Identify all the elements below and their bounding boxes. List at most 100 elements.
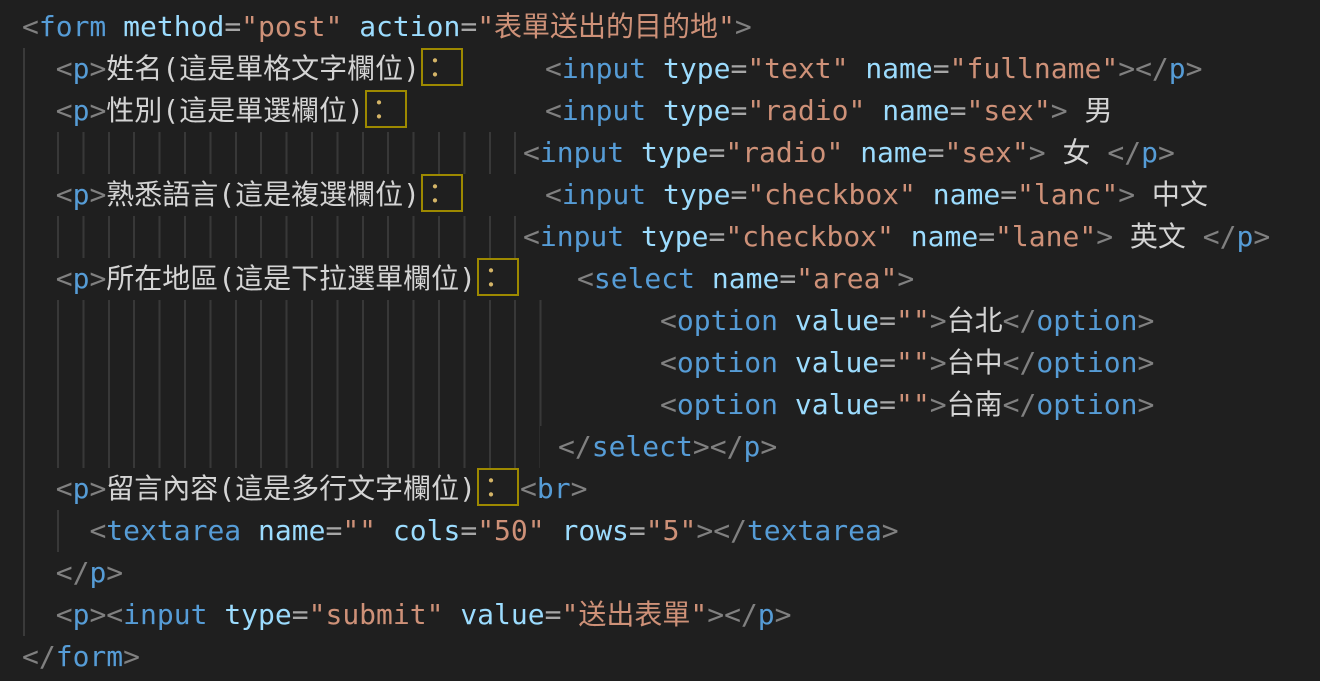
punctuation-token: > (760, 430, 777, 463)
tag-token: option (677, 304, 778, 337)
code-line[interactable]: <form method="post" action="表單送出的目的地"> (0, 6, 1320, 48)
tag-token: p (73, 178, 90, 211)
punctuation-token: </ (724, 598, 758, 631)
punctuation-token: > (89, 262, 106, 295)
punctuation-token (843, 136, 860, 169)
code-segment: <option value="">台中</option> (660, 342, 1154, 384)
tag-token: input (562, 52, 646, 85)
code-segment: <p>留言內容(這是多行文字欄位)：<br> (22, 472, 587, 505)
punctuation-token: = (730, 94, 747, 127)
punctuation-token (894, 220, 911, 253)
attribute-token: value (795, 388, 879, 421)
punctuation-token: </ (22, 640, 56, 673)
punctuation-token: > (693, 430, 710, 463)
indent-guide (57, 510, 59, 552)
punctuation-token: > (1138, 388, 1155, 421)
text-token: 英文 (1113, 220, 1203, 253)
punctuation-token: > (123, 640, 140, 673)
punctuation-token: </ (1135, 52, 1169, 85)
indent-guide (23, 90, 25, 132)
code-line[interactable]: <input type="radio" name="sex"> 女 </p> (0, 132, 1320, 174)
punctuation-token (865, 94, 882, 127)
string-token: "sex" (944, 136, 1028, 169)
punctuation-token (22, 178, 56, 211)
code-line[interactable]: <option value="">台北</option> (0, 300, 1320, 342)
indent-guides (57, 426, 540, 468)
attribute-token: type (663, 52, 730, 85)
code-segment: <input type="checkbox" name="lanc"> 中文 (545, 174, 1208, 216)
punctuation-token: = (545, 598, 562, 631)
code-segment: <form method="post" action="表單送出的目的地"> (22, 10, 752, 43)
punctuation-token: < (56, 262, 73, 295)
punctuation-token: </ (713, 514, 747, 547)
indent-guides (57, 132, 516, 174)
code-line[interactable]: <p>所在地區(這是下拉選單欄位)：<select name="area"> (0, 258, 1320, 300)
indent-guide (23, 510, 25, 552)
punctuation-token: > (1029, 136, 1046, 169)
punctuation-token: < (545, 52, 562, 85)
punctuation-token: > (89, 94, 106, 127)
punctuation-token: < (660, 388, 677, 421)
attribute-token: method (123, 10, 224, 43)
punctuation-token: = (928, 136, 945, 169)
code-segment: </select></p> (558, 426, 777, 468)
code-segment: <input type="radio" name="sex"> 男 (545, 90, 1113, 132)
string-token: "sex" (966, 94, 1050, 127)
code-line[interactable]: <input type="checkbox" name="lane"> 英文 <… (0, 216, 1320, 258)
code-line[interactable]: <p>姓名(這是單格文字欄位)：<input type="text" name=… (0, 48, 1320, 90)
punctuation-token: </ (1003, 304, 1037, 337)
tag-token: textarea (747, 514, 882, 547)
text-token: 男 (1068, 94, 1113, 127)
text-token: 留言內容(這是多行文字欄位) (106, 472, 476, 505)
text-token: 台中 (947, 346, 1003, 379)
punctuation-token: < (89, 514, 106, 547)
code-segment: </form> (22, 640, 140, 673)
code-line[interactable]: </select></p> (0, 426, 1320, 468)
punctuation-token (22, 514, 89, 547)
indent-guide (23, 48, 25, 90)
code-line[interactable]: <p>熟悉語言(這是複選欄位)：<input type="checkbox" n… (0, 174, 1320, 216)
indent-guide (23, 468, 25, 510)
punctuation-token: > (1158, 136, 1175, 169)
punctuation-token: = (708, 136, 725, 169)
tag-token: input (562, 94, 646, 127)
indent-guide (23, 342, 25, 384)
code-line[interactable]: <option value="">台南</option> (0, 384, 1320, 426)
code-line[interactable]: <textarea name="" cols="50" rows="5"></t… (0, 510, 1320, 552)
text-token: 性別(這是單選欄位) (106, 94, 364, 127)
code-editor[interactable]: <form method="post" action="表單送出的目的地"> <… (0, 0, 1320, 681)
punctuation-token: > (930, 388, 947, 421)
punctuation-token: = (879, 388, 896, 421)
punctuation-token: > (775, 598, 792, 631)
attribute-token: action (359, 10, 460, 43)
indent-guides (57, 384, 549, 426)
attribute-token: name (712, 262, 779, 295)
code-line[interactable]: <p><input type="submit" value="送出表單"></p… (0, 594, 1320, 636)
punctuation-token: < (545, 178, 562, 211)
code-line[interactable]: </p> (0, 552, 1320, 594)
tag-token: form (39, 10, 106, 43)
text-token: 所在地區(這是下拉選單欄位) (106, 262, 476, 295)
indent-guide (23, 174, 25, 216)
attribute-token: type (224, 598, 291, 631)
code-segment: <p>所在地區(這是下拉選單欄位)： (22, 262, 520, 295)
indent-guide (23, 258, 25, 300)
code-line[interactable]: <p>性別(這是單選欄位)：<input type="radio" name="… (0, 90, 1320, 132)
punctuation-token: > (1186, 52, 1203, 85)
string-token: "表單送出的目的地" (477, 10, 735, 43)
code-line[interactable]: </form> (0, 636, 1320, 678)
string-token: "radio" (747, 94, 865, 127)
punctuation-token: > (89, 52, 106, 85)
punctuation-token: > (106, 556, 123, 589)
code-line[interactable]: <p>留言內容(這是多行文字欄位)：<br> (0, 468, 1320, 510)
text-token: 熟悉語言(這是複選欄位) (106, 178, 420, 211)
code-line[interactable]: <option value="">台中</option> (0, 342, 1320, 384)
code-segment: <input type="text" name="fullname"></p> (545, 48, 1203, 90)
tag-token: p (73, 262, 90, 295)
punctuation-token: = (978, 220, 995, 253)
punctuation-token: > (1253, 220, 1270, 253)
tag-token: p (1169, 52, 1186, 85)
attribute-token: type (641, 220, 708, 253)
punctuation-token: > (882, 514, 899, 547)
punctuation-token: = (950, 94, 967, 127)
